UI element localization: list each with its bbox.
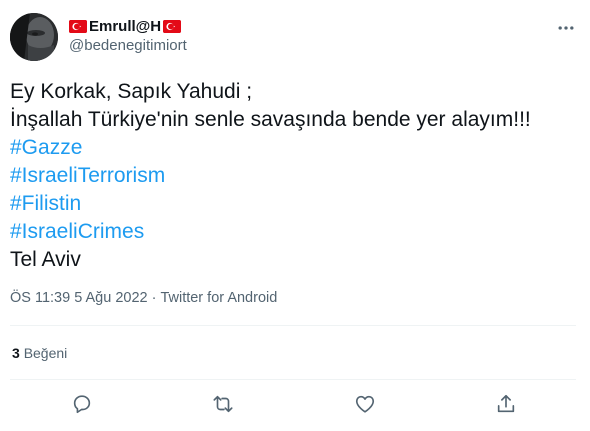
likes-count-link[interactable]: 3 Beğeni (12, 345, 67, 361)
author-name-row[interactable]: Emrull@H (69, 16, 182, 36)
retweet-button[interactable] (209, 390, 237, 418)
more-icon (558, 26, 574, 30)
tweet-source[interactable]: Twitter for Android (160, 290, 277, 306)
tweet-line: Ey Korkak, Sapık Yahudi ; (10, 80, 253, 103)
hashtag-link[interactable]: #IsraeliTerrorism (10, 162, 580, 190)
hashtag-link[interactable]: #Filistin (10, 190, 580, 218)
share-icon (497, 394, 515, 413)
hashtag-link[interactable]: #Gazze (10, 134, 580, 162)
likes-label: Beğeni (23, 345, 68, 361)
divider (10, 325, 576, 326)
tweet-time[interactable]: ÖS 11:39 (10, 290, 70, 306)
retweet-icon (213, 395, 233, 413)
divider (10, 379, 576, 380)
meta-separator: · (151, 290, 157, 306)
more-options-button[interactable] (554, 16, 578, 40)
author-handle[interactable]: @bedenegitimiort (69, 37, 187, 54)
author-display-name: Emrull@H (89, 17, 162, 35)
reply-button[interactable] (68, 390, 96, 418)
like-icon (355, 395, 375, 413)
tweet-line: İnşallah Türkiye'nin senle savaşında ben… (10, 108, 531, 131)
like-button[interactable] (351, 390, 379, 418)
turkey-flag-icon (163, 19, 182, 33)
tweet-date[interactable]: 5 Ağu 2022 (74, 290, 147, 306)
hashtag-link[interactable]: #IsraeliCrimes (10, 218, 580, 246)
tweet-line: Tel Aviv (10, 248, 81, 271)
avatar[interactable] (10, 13, 58, 61)
tweet-text: Ey Korkak, Sapık Yahudi ; İnşallah Türki… (10, 78, 580, 274)
reply-icon (73, 395, 91, 414)
tweet-meta: ÖS 11:39 5 Ağu 2022 · Twitter for Androi… (10, 290, 277, 306)
tweet-card: Emrull@H @bedenegitimiort Ey Korkak, Sap… (0, 0, 590, 431)
action-bar (0, 390, 590, 418)
likes-count: 3 (12, 345, 20, 361)
share-button[interactable] (492, 390, 520, 418)
turkey-flag-icon (69, 19, 87, 33)
